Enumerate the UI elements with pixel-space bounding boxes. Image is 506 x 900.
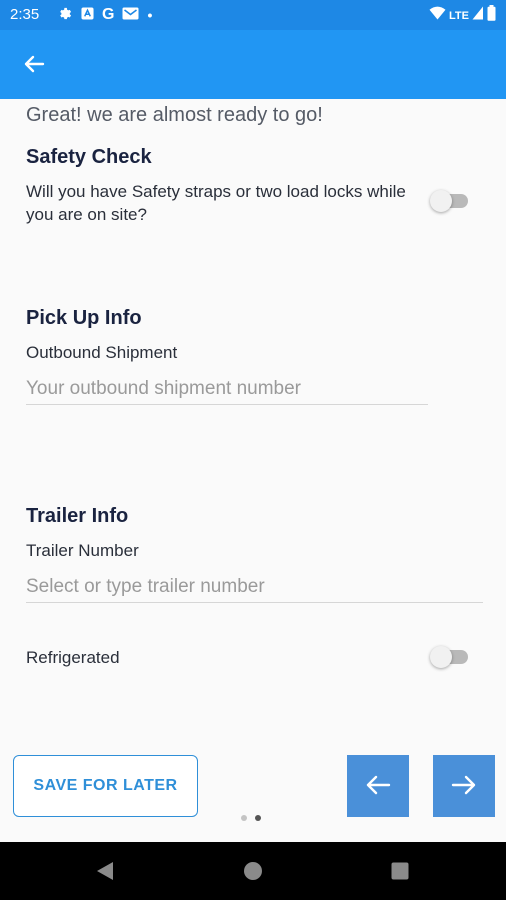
system-status-icons: LTE bbox=[429, 5, 496, 26]
outbound-shipment-input[interactable] bbox=[26, 373, 428, 405]
back-button[interactable] bbox=[14, 46, 54, 86]
dot-indicator-icon: • bbox=[147, 7, 153, 23]
page-dot bbox=[241, 815, 247, 821]
app-notification-icon bbox=[81, 7, 94, 23]
trailer-number-input[interactable] bbox=[26, 571, 483, 603]
refrigerated-toggle[interactable] bbox=[430, 646, 470, 668]
nav-recents-icon[interactable] bbox=[391, 862, 409, 885]
app-bar bbox=[0, 30, 506, 99]
safety-toggle[interactable] bbox=[430, 190, 470, 212]
pickup-info-title: Pick Up Info bbox=[26, 307, 142, 329]
trailer-number-label: Trailer Number bbox=[26, 541, 139, 560]
wifi-icon bbox=[429, 6, 446, 25]
trailer-info-title: Trailer Info bbox=[26, 505, 129, 527]
settings-icon bbox=[58, 6, 73, 24]
safety-question: Will you have Safety straps or two load … bbox=[26, 182, 406, 224]
page-indicator bbox=[241, 815, 261, 821]
previous-button[interactable] bbox=[347, 755, 409, 817]
next-button[interactable] bbox=[433, 755, 495, 817]
arrow-right-icon bbox=[451, 773, 477, 800]
intro-text: Great! we are almost ready to go! bbox=[26, 104, 323, 126]
save-for-later-button[interactable]: SAVE FOR LATER bbox=[13, 755, 198, 817]
refrigerated-label: Refrigerated bbox=[26, 648, 120, 667]
nav-home-icon[interactable] bbox=[243, 861, 263, 886]
safety-check-title: Safety Check bbox=[26, 146, 152, 168]
battery-icon bbox=[487, 5, 496, 26]
google-icon: G bbox=[102, 6, 115, 23]
toggle-thumb bbox=[430, 646, 452, 668]
page-dot bbox=[255, 815, 261, 821]
arrow-left-icon bbox=[23, 53, 45, 80]
gmail-icon bbox=[122, 7, 139, 23]
arrow-left-icon bbox=[365, 773, 391, 800]
system-navigation-bar bbox=[0, 842, 506, 900]
status-time: 2:35 bbox=[10, 6, 40, 23]
signal-icon bbox=[472, 6, 484, 25]
network-type: LTE bbox=[449, 9, 469, 22]
status-bar: 2:35 G • LTE bbox=[0, 0, 506, 30]
nav-back-icon[interactable] bbox=[95, 860, 115, 887]
toggle-thumb bbox=[430, 190, 452, 212]
outbound-shipment-label: Outbound Shipment bbox=[26, 343, 178, 362]
notification-icons: G • bbox=[58, 6, 152, 24]
